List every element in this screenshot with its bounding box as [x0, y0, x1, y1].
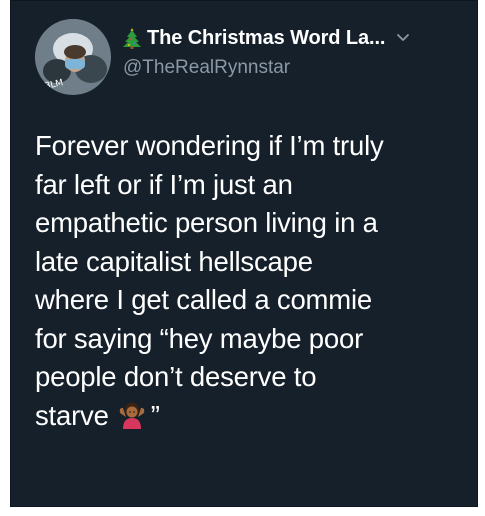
closing-quote: ”: [150, 399, 160, 431]
chevron-down-icon[interactable]: [395, 30, 411, 46]
tweet-text-line: empathetic person living in a: [35, 207, 378, 238]
tweet-card: BLM The Christmas Word La... @TheRealRyn…: [10, 0, 478, 507]
tweet-text-line: for saying “hey maybe poor: [35, 322, 364, 354]
tweet-text-line: late capitalist hellscape: [35, 245, 313, 277]
tweet-text-line: Forever wondering if I’m truly: [35, 130, 384, 161]
tweet-header: The Christmas Word La... @TheRealRynnsta…: [123, 25, 465, 79]
woman-shrugging-emoji: [119, 402, 144, 429]
avatar[interactable]: BLM: [35, 19, 111, 95]
tweet-text: Forever wondering if I’m truly far left …: [35, 127, 465, 435]
tweet-text-line: where I get called a commie: [35, 284, 372, 315]
user-handle[interactable]: @TheRealRynnstar: [123, 57, 465, 79]
tweet-text-last-line: starve ”: [35, 397, 465, 436]
tweet-text-line: people don’t deserve to: [35, 361, 317, 392]
display-name[interactable]: The Christmas Word La...: [147, 27, 385, 50]
christmas-tree-icon: [123, 28, 141, 49]
tweet-text-line: starve: [35, 399, 109, 431]
tweet-text-line: far left or if I’m just an: [35, 168, 293, 200]
name-row: The Christmas Word La...: [123, 25, 465, 51]
